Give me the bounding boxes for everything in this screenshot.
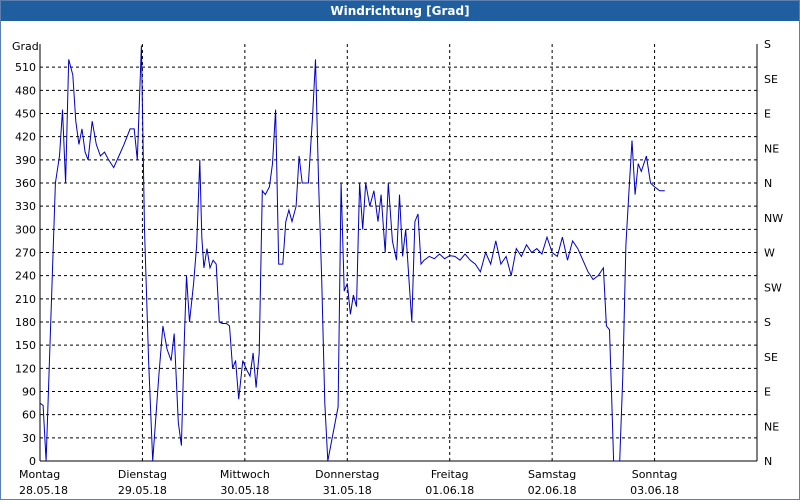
y-tick-label: 450: [15, 108, 36, 121]
x-day-label: Donnerstag: [315, 468, 379, 481]
y-tick-label: 150: [15, 339, 36, 352]
compass-tick-label: S: [764, 38, 771, 51]
compass-tick-label: SE: [764, 73, 778, 86]
y-tick-label: 210: [15, 293, 36, 306]
compass-tick-label: SW: [764, 281, 782, 294]
y-tick-label: 360: [15, 177, 36, 190]
x-date-label: 30.05.18: [220, 484, 269, 497]
axes: 0 30 60 90 120 150 180 210 240 270 300 330 360 390 420…: [15, 38, 783, 497]
compass-tick-label: NE: [764, 142, 779, 155]
compass-tick-label: E: [764, 386, 771, 399]
y-tick-label: 510: [15, 61, 36, 74]
y-tick-label: 120: [15, 362, 36, 375]
x-date-label: 29.05.18: [118, 484, 167, 497]
y-tick-label: 420: [15, 131, 36, 144]
y-axis-label: Grad: [12, 40, 39, 53]
compass-tick-label: SE: [764, 351, 778, 364]
x-date-label: 03.06.18: [630, 484, 679, 497]
series-lines: [40, 45, 665, 461]
y-tick-label: 270: [15, 247, 36, 260]
x-date-label: 01.06.18: [425, 484, 474, 497]
y-tick-label: 30: [22, 432, 36, 445]
grid: [40, 44, 757, 462]
x-date-label: 02.06.18: [528, 484, 577, 497]
y-tick-label: 300: [15, 223, 36, 236]
y-tick-label: 180: [15, 316, 36, 329]
x-day-label: Freitag: [431, 468, 469, 481]
y-tick-label: 0: [29, 455, 36, 468]
x-day-label: Sonntag: [632, 468, 678, 481]
compass-tick-label: E: [764, 108, 771, 121]
x-day-label: Montag: [19, 468, 60, 481]
y-tick-label: 330: [15, 200, 36, 213]
wind-direction-chart: 0 30 60 90 120 150 180 210 240 270 300 330 360 390 420…: [12, 38, 783, 497]
x-date-label: 28.05.18: [19, 484, 68, 497]
x-day-label: Samstag: [528, 468, 576, 481]
series-line: [40, 45, 665, 461]
compass-tick-label: NW: [764, 212, 783, 225]
y-tick-label: 90: [22, 386, 36, 399]
x-day-label: Dienstag: [118, 468, 167, 481]
y-tick-label: 60: [22, 409, 36, 422]
x-date-label: 31.05.18: [323, 484, 372, 497]
y-tick-label: 240: [15, 270, 36, 283]
compass-tick-label: S: [764, 316, 771, 329]
y-tick-label: 480: [15, 84, 36, 97]
compass-tick-label: NE: [764, 420, 779, 433]
y-tick-label: 390: [15, 154, 36, 167]
compass-tick-label: N: [764, 455, 772, 468]
compass-tick-label: W: [764, 247, 775, 260]
compass-tick-label: N: [764, 177, 772, 190]
x-day-label: Mittwoch: [220, 468, 270, 481]
